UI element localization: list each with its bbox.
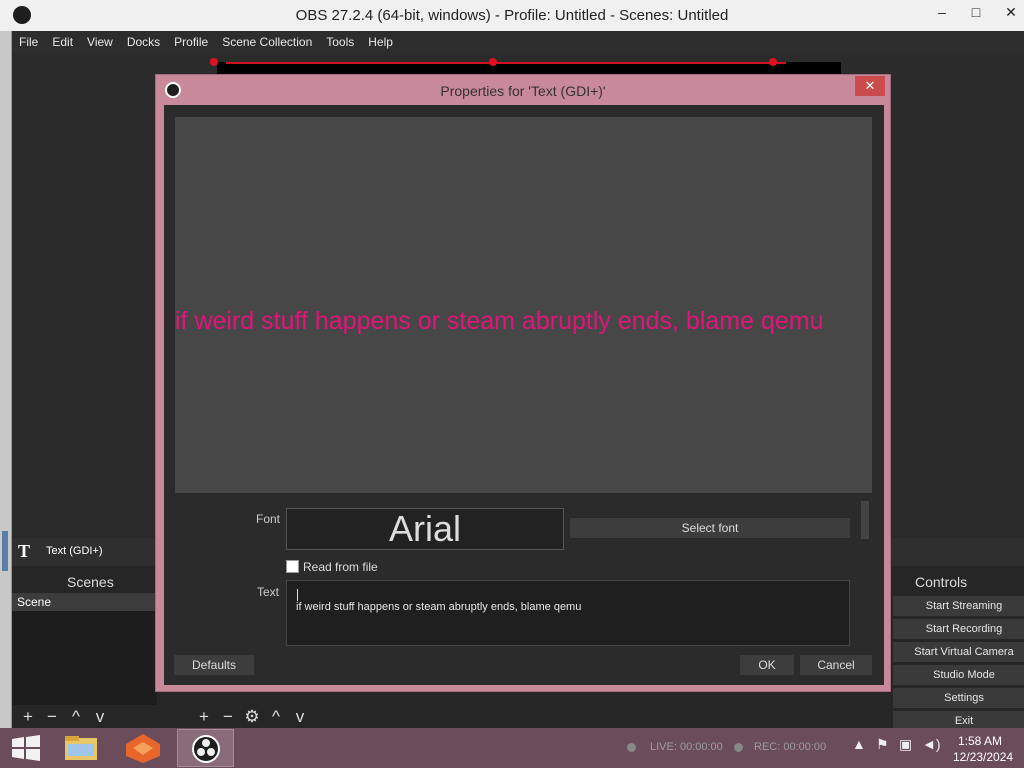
text-caret: [297, 589, 298, 601]
chevron-up-icon[interactable]: ▲: [852, 736, 866, 752]
text-label: Text: [257, 585, 280, 599]
properties-scrollbar[interactable]: [861, 501, 869, 539]
select-font-button[interactable]: Select font: [570, 518, 850, 538]
menu-profile[interactable]: Profile: [167, 31, 215, 53]
menu-docks[interactable]: Docks: [120, 31, 167, 53]
obs-taskbar-icon[interactable]: [177, 729, 234, 767]
settings-button[interactable]: Settings: [893, 688, 1024, 708]
file-explorer-icon[interactable]: [58, 732, 104, 764]
text-input[interactable]: if weird stuff happens or steam abruptly…: [286, 580, 850, 646]
text-source-icon: T: [18, 541, 31, 561]
window-titlebar: OBS 27.2.4 (64-bit, windows) - Profile: …: [0, 0, 1024, 31]
menu-scene-collection[interactable]: Scene Collection: [215, 31, 319, 53]
list-item[interactable]: Scene: [12, 593, 157, 611]
font-preview: Arial: [286, 508, 564, 550]
gear-icon[interactable]: ⚙: [240, 706, 264, 728]
controls-dock: Controls Start Streaming Start Recording…: [891, 566, 1024, 731]
add-source-icon[interactable]: +: [192, 706, 216, 728]
selected-source-label: Text (GDI+): [46, 545, 103, 557]
start-recording-button[interactable]: Start Recording: [893, 619, 1024, 639]
remove-scene-icon[interactable]: −: [40, 706, 64, 728]
controls-dock-title: Controls: [915, 574, 968, 590]
move-up-icon[interactable]: ^: [64, 706, 88, 728]
dialog-close-button[interactable]: ✕: [855, 76, 885, 96]
cancel-button[interactable]: Cancel: [800, 655, 872, 675]
read-from-file-label: Read from file: [303, 560, 378, 574]
move-up-icon[interactable]: ^: [264, 706, 288, 728]
properties-dialog: Properties for 'Text (GDI+)' ✕ if weird …: [155, 74, 891, 692]
clock-date[interactable]: 12/23/2024: [953, 750, 1013, 764]
flag-icon[interactable]: ⚑: [876, 736, 889, 753]
remove-source-icon[interactable]: −: [216, 706, 240, 728]
close-button[interactable]: ✕: [993, 0, 1024, 25]
windows-start-icon[interactable]: [6, 732, 52, 764]
dialog-title: Properties for 'Text (GDI+)': [440, 83, 606, 99]
start-streaming-button[interactable]: Start Streaming: [893, 596, 1024, 616]
studio-mode-button[interactable]: Studio Mode: [893, 665, 1024, 685]
read-from-file-checkbox[interactable]: [286, 560, 299, 573]
preview-text: if weird stuff happens or steam abruptly…: [175, 307, 824, 335]
network-icon[interactable]: ▣: [899, 736, 912, 753]
live-status: LIVE: 00:00:00: [650, 741, 723, 753]
clock-time[interactable]: 1:58 AM: [958, 734, 1002, 748]
live-status-icon: [627, 743, 636, 752]
maximize-button[interactable]: □: [958, 0, 994, 25]
taskbar: LIVE: 00:00:00 REC: 00:00:00 ▲ ⚑ ▣ ◄) 1:…: [0, 728, 1024, 768]
menu-view[interactable]: View: [80, 31, 120, 53]
scrollbar-thumb[interactable]: [2, 531, 8, 571]
defaults-button[interactable]: Defaults: [174, 655, 254, 675]
source-preview: if weird stuff happens or steam abruptly…: [175, 117, 872, 493]
menu-edit[interactable]: Edit: [45, 31, 80, 53]
ok-button[interactable]: OK: [740, 655, 794, 675]
move-down-icon[interactable]: v: [288, 706, 312, 728]
menu-bar: File Edit View Docks Profile Scene Collection…: [12, 31, 1024, 53]
sources-dock-tools: + − ⚙ ^ v: [192, 706, 312, 728]
dialog-body: if weird stuff happens or steam abruptly…: [164, 105, 884, 685]
move-down-icon[interactable]: v: [88, 706, 112, 728]
selection-border: [226, 62, 786, 64]
selection-handle[interactable]: [769, 58, 777, 66]
volume-icon[interactable]: ◄): [922, 736, 941, 752]
window-title: OBS 27.2.4 (64-bit, windows) - Profile: …: [295, 7, 729, 24]
left-edge-strip: [0, 31, 12, 728]
add-scene-icon[interactable]: +: [16, 706, 40, 728]
rec-status-icon: [734, 743, 743, 752]
selection-handle[interactable]: [210, 58, 218, 66]
menu-tools[interactable]: Tools: [319, 31, 361, 53]
scenes-dock-title: Scenes: [67, 574, 114, 590]
text-input-value: if weird stuff happens or steam abruptly…: [296, 601, 582, 613]
minimize-button[interactable]: –: [924, 0, 960, 25]
virtualbox-icon[interactable]: [120, 732, 166, 764]
font-label: Font: [256, 512, 281, 526]
scenes-dock-tools: + − ^ v: [16, 706, 112, 728]
menu-file[interactable]: File: [12, 31, 45, 53]
start-virtual-camera-button[interactable]: Start Virtual Camera: [893, 642, 1024, 662]
menu-help[interactable]: Help: [361, 31, 400, 53]
selection-handle[interactable]: [489, 58, 497, 66]
rec-status: REC: 00:00:00: [754, 741, 827, 753]
scenes-list[interactable]: Scene: [12, 593, 157, 705]
